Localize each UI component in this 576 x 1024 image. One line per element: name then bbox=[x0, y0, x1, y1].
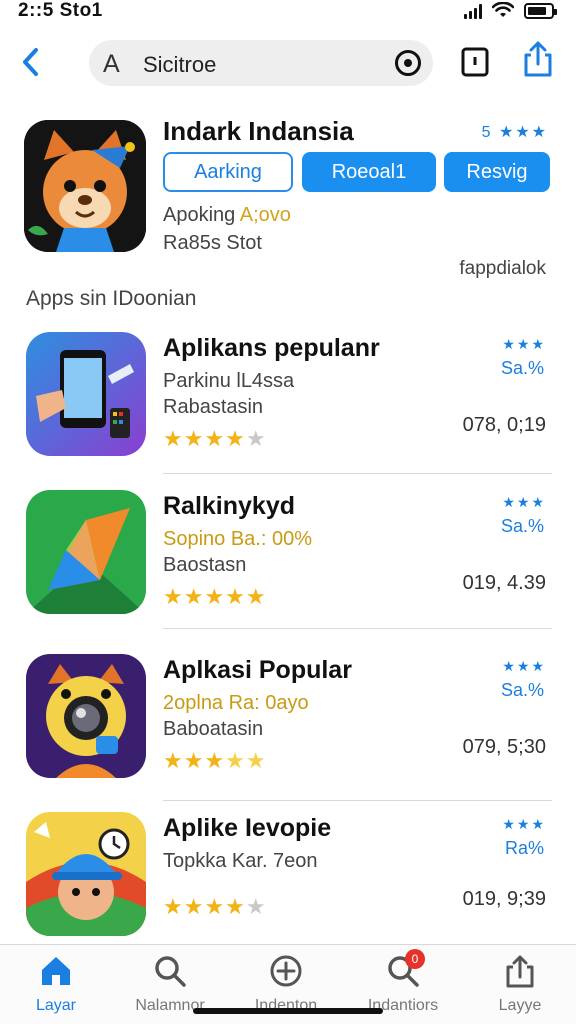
app-category: Baostasn bbox=[163, 554, 247, 576]
app-percent: Sa.% bbox=[500, 516, 544, 536]
app-row[interactable]: Ralkinykyd Sopino Ba.: 00% Baostasn ★★★★… bbox=[0, 490, 576, 640]
app-percent: Sa.% bbox=[500, 680, 544, 700]
cartoon-kid-icon bbox=[26, 812, 146, 936]
featured-rating: 5 ★★★ bbox=[481, 124, 548, 141]
tab-add[interactable]: Indenton bbox=[236, 953, 336, 1015]
mini-rating: ★★★ bbox=[502, 494, 546, 510]
app-name: Ralkinykyd bbox=[163, 492, 296, 520]
app-percent: Sa.% bbox=[500, 358, 544, 378]
app-row[interactable]: Aplikans pepulanr Parkinu lL4ssa Rabasta… bbox=[0, 332, 576, 482]
tab-label: Layye bbox=[498, 997, 542, 1014]
star-rating: ★★★★★ bbox=[163, 748, 267, 773]
record-icon[interactable] bbox=[395, 50, 421, 76]
share-icon bbox=[506, 955, 534, 988]
search-field[interactable]: A Sicitroe bbox=[89, 40, 433, 86]
tab-share[interactable]: Layye bbox=[470, 953, 570, 1015]
tab-notifications[interactable]: 0 Indantiors bbox=[353, 949, 453, 1015]
app-percent: Ra% bbox=[504, 838, 544, 858]
featured-app-icon[interactable] bbox=[24, 120, 146, 252]
featured-developer: Ra85s Stot bbox=[163, 232, 262, 254]
app-icon bbox=[26, 654, 146, 778]
phone-hand-icon bbox=[26, 332, 146, 456]
wifi-icon bbox=[492, 2, 514, 17]
app-subtitle: Topkka Kar. 7eon bbox=[163, 850, 318, 872]
cellular-signal-icon bbox=[464, 3, 482, 19]
text-format-icon: A bbox=[103, 50, 120, 78]
app-icon bbox=[26, 490, 146, 614]
home-indicator[interactable] bbox=[193, 1008, 383, 1014]
search-input[interactable]: Sicitroe bbox=[143, 52, 216, 78]
star-rating: ★★★★★ bbox=[163, 894, 267, 919]
status-icons bbox=[464, 2, 557, 19]
star-rating: ★★★★★ bbox=[163, 426, 267, 451]
mini-rating: ★★★ bbox=[502, 336, 546, 352]
app-category: Baboatasin bbox=[163, 718, 264, 740]
notifications-icon: 0 bbox=[385, 949, 425, 989]
notification-badge: 0 bbox=[405, 949, 425, 969]
add-circle-icon bbox=[270, 955, 302, 987]
battery-icon bbox=[524, 2, 557, 19]
origami-icon bbox=[26, 490, 146, 614]
app-subtitle: Sopino Ba.: 00% bbox=[163, 528, 312, 550]
app-meta: 019, 4.39 bbox=[462, 572, 546, 594]
featured-button-1[interactable]: Aarking bbox=[163, 152, 293, 192]
bookmark-icon[interactable] bbox=[460, 46, 490, 78]
app-subtitle: Parkinu lL4ssa bbox=[163, 370, 295, 392]
app-name: Aplikans pepulanr bbox=[163, 334, 380, 362]
back-icon[interactable] bbox=[16, 44, 46, 80]
featured-subtitle-text: Apoking bbox=[163, 204, 240, 226]
section-title: Apps sin IDoonian bbox=[26, 287, 197, 310]
search-icon bbox=[155, 956, 186, 987]
status-time: 2::5 Sto1 bbox=[18, 0, 103, 21]
app-subtitle: 2oplna Ra: 0ayo bbox=[163, 692, 309, 714]
app-icon bbox=[26, 812, 146, 936]
nav-bar: A Sicitroe bbox=[0, 36, 576, 92]
app-row[interactable]: Aplike Ievopie Topkka Kar. 7eon ★★★★★ ★★… bbox=[0, 812, 576, 962]
featured-subtitle-highlight: A;ovo bbox=[239, 204, 291, 226]
mini-rating: ★★★ bbox=[502, 658, 546, 674]
status-bar: 2::5 Sto1 bbox=[0, 0, 576, 30]
app-meta: 079, 5;30 bbox=[462, 736, 546, 758]
featured-app-title[interactable]: Indark Indansia bbox=[163, 116, 354, 147]
mini-rating: ★★★ bbox=[502, 816, 546, 832]
fox-mascot-icon bbox=[24, 120, 146, 252]
app-category: Rabastasin bbox=[163, 396, 264, 418]
featured-button-2[interactable]: Roeoal1 bbox=[302, 152, 436, 192]
featured-link[interactable]: fappdialok bbox=[459, 258, 546, 280]
divider bbox=[163, 800, 552, 801]
divider bbox=[163, 473, 552, 474]
tab-label: Layar bbox=[35, 997, 77, 1014]
app-icon bbox=[26, 332, 146, 456]
app-name: Aplike Ievopie bbox=[163, 814, 332, 842]
app-row[interactable]: Aplkasi Popular 2oplna Ra: 0ayo Baboatas… bbox=[0, 654, 576, 804]
home-icon bbox=[42, 957, 70, 985]
divider bbox=[163, 628, 552, 629]
star-rating: ★★★★★ bbox=[163, 584, 267, 609]
tab-home[interactable]: Layar bbox=[6, 953, 106, 1015]
app-meta: 019, 9;39 bbox=[462, 888, 546, 910]
app-name: Aplkasi Popular bbox=[163, 656, 352, 684]
camera-dog-icon bbox=[26, 654, 146, 778]
tab-search[interactable]: Nalamnor bbox=[120, 953, 220, 1015]
featured-button-3[interactable]: Resvig bbox=[444, 152, 550, 192]
share-icon[interactable] bbox=[522, 40, 554, 78]
app-meta: 078, 0;19 bbox=[462, 414, 546, 436]
featured-subtitle: Apoking A;ovo bbox=[163, 204, 291, 227]
